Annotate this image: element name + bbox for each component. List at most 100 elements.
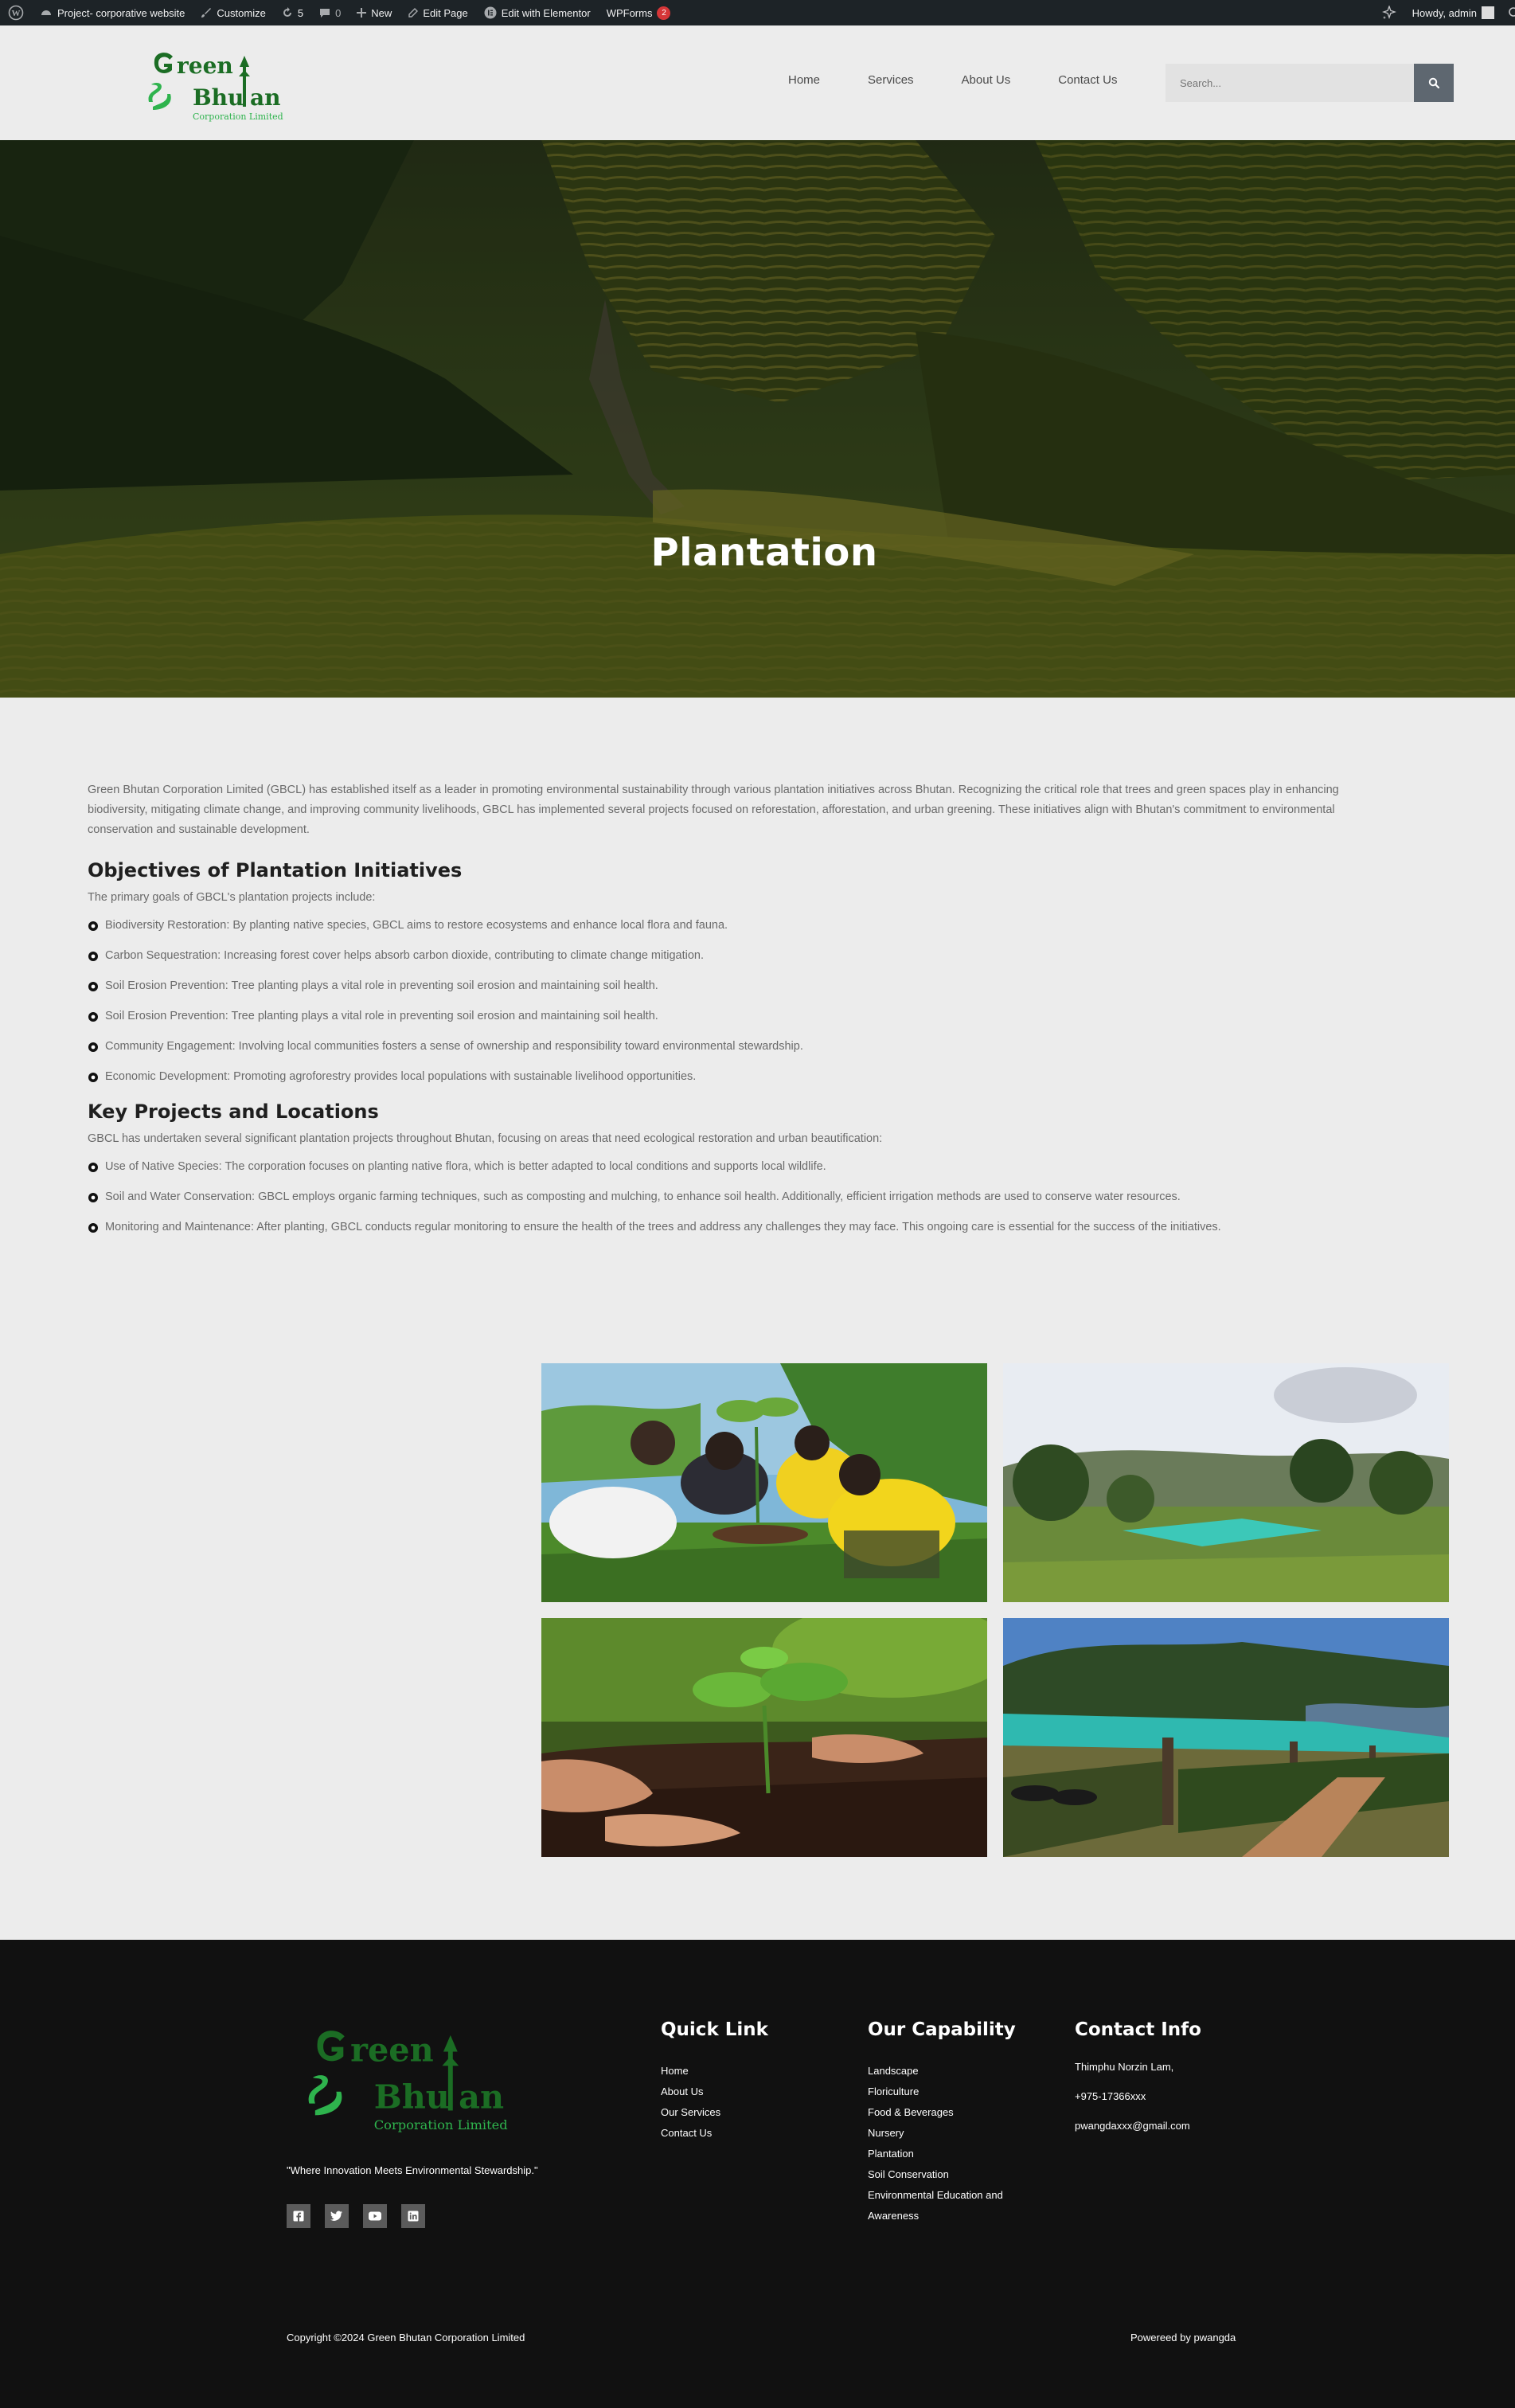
footer-logo[interactable]: reen Bhu an Corporation Limited	[303, 2026, 525, 2134]
comment-icon	[320, 9, 330, 18]
admin-updates[interactable]: 5	[274, 0, 311, 25]
svg-text:Corporation Limited: Corporation Limited	[193, 111, 283, 122]
bullet-icon	[88, 1042, 98, 1052]
nav-contact-us[interactable]: Contact Us	[1034, 72, 1141, 89]
list-item: Soil Erosion Prevention: Tree planting p…	[88, 979, 1393, 994]
nav-home[interactable]: Home	[764, 72, 844, 89]
capability-link[interactable]: Food & Beverages	[868, 2102, 1016, 2123]
capability-link[interactable]: Environmental Education and	[868, 2185, 1016, 2206]
contact-heading: Contact Info	[1075, 2019, 1201, 2040]
list-item: Carbon Sequestration: Increasing forest …	[88, 948, 1393, 964]
hero-banner: Plantation	[0, 140, 1515, 698]
capability-link[interactable]: Plantation	[868, 2144, 1016, 2164]
nav-services[interactable]: Services	[844, 72, 938, 89]
list-item-text: Soil Erosion Prevention: Tree planting p…	[105, 1010, 658, 1022]
site-footer: reen Bhu an Corporation Limited "Where I…	[0, 1940, 1515, 2408]
footer-quick-links: Quick Link Home About Us Our Services Co…	[661, 2019, 768, 2144]
comments-count: 0	[335, 6, 342, 19]
admin-new[interactable]: New	[349, 0, 400, 25]
search-input[interactable]	[1166, 64, 1414, 102]
footer-link-home[interactable]: Home	[661, 2061, 768, 2082]
updates-icon	[283, 7, 291, 17]
wpforms-count-badge: 2	[657, 6, 671, 20]
svg-text:an: an	[250, 84, 281, 111]
svg-text:reen: reen	[177, 53, 233, 79]
avatar	[1482, 6, 1494, 19]
brush-icon	[201, 8, 212, 18]
footer-tagline: "Where Innovation Meets Environmental St…	[287, 2164, 538, 2176]
youtube-icon[interactable]	[363, 2204, 387, 2228]
contact-phone[interactable]: +975-17366xxx	[1075, 2090, 1201, 2102]
customize-label: Customize	[217, 6, 266, 19]
footer-capability: Our Capability Landscape Floriculture Fo…	[868, 2019, 1016, 2226]
projects-list: Use of Native Species: The corporation f…	[88, 1159, 1393, 1235]
list-item: Biodiversity Restoration: By planting na…	[88, 918, 1393, 933]
list-item: Economic Development: Promoting agrofore…	[88, 1069, 1393, 1085]
bullet-icon	[88, 921, 98, 931]
wordpress-logo-icon[interactable]: W	[0, 0, 32, 25]
gallery-photo-nursery-field[interactable]	[1003, 1363, 1449, 1602]
facebook-icon[interactable]	[287, 2204, 310, 2228]
copyright: Copyright ©2024 Green Bhutan Corporation…	[287, 2332, 525, 2344]
intro-paragraph: Green Bhutan Corporation Limited (GBCL) …	[88, 784, 1339, 836]
howdy-label: Howdy, admin	[1412, 6, 1477, 19]
svg-text:reen: reen	[350, 2030, 434, 2069]
admin-comments[interactable]: 0	[311, 0, 349, 25]
sparkle-icon[interactable]	[1374, 0, 1404, 25]
search-button[interactable]	[1414, 64, 1454, 102]
list-item-text: Soil Erosion Prevention: Tree planting p…	[105, 979, 658, 992]
capability-link[interactable]: Landscape	[868, 2061, 1016, 2082]
list-item: Use of Native Species: The corporation f…	[88, 1159, 1393, 1175]
search-icon	[1428, 77, 1439, 88]
capability-link[interactable]: Nursery	[868, 2123, 1016, 2144]
bullet-icon	[88, 1072, 98, 1082]
bullet-icon	[88, 1192, 98, 1202]
updates-count: 5	[297, 6, 304, 19]
linkedin-icon[interactable]	[401, 2204, 425, 2228]
photo-gallery	[541, 1363, 1449, 1857]
footer-contact: Contact Info Thimphu Norzin Lam, +975-17…	[1075, 2019, 1201, 2149]
objectives-heading: Objectives of Plantation Initiatives	[88, 859, 463, 882]
objectives-lead: The primary goals of GBCL's plantation p…	[88, 891, 376, 904]
gallery-photo-children-planting[interactable]	[541, 1363, 987, 1602]
admin-edit-elementor[interactable]: Edit with Elementor	[476, 0, 599, 25]
list-item-text: Economic Development: Promoting agrofore…	[105, 1070, 697, 1083]
plus-icon	[357, 8, 367, 18]
list-item-text: Use of Native Species: The corporation f…	[105, 1160, 826, 1173]
admin-search-icon[interactable]	[1502, 0, 1515, 25]
wpforms-label: WPForms	[606, 6, 653, 19]
edit-elementor-label: Edit with Elementor	[501, 6, 591, 19]
bullet-icon	[88, 1011, 98, 1022]
admin-wpforms[interactable]: WPForms 2	[599, 0, 679, 25]
nav-about-us[interactable]: About Us	[938, 72, 1035, 89]
footer-link-contact-us[interactable]: Contact Us	[661, 2123, 768, 2144]
admin-site-name[interactable]: Project- corporative website	[32, 0, 193, 25]
hero-background-image	[0, 140, 1515, 698]
footer-link-about-us[interactable]: About Us	[661, 2082, 768, 2102]
list-item: Soil and Water Conservation: GBCL employ…	[88, 1190, 1393, 1205]
objectives-list: Biodiversity Restoration: By planting na…	[88, 918, 1393, 1085]
capability-link[interactable]: Soil Conservation	[868, 2164, 1016, 2185]
list-item-text: Monitoring and Maintenance: After planti…	[105, 1221, 1221, 1233]
contact-email[interactable]: pwangdaxxx@gmail.com	[1075, 2120, 1201, 2132]
admin-account[interactable]: Howdy, admin	[1404, 0, 1502, 25]
list-item-text: Carbon Sequestration: Increasing forest …	[105, 949, 705, 962]
site-logo[interactable]: reen Bhu an Corporation Limited	[148, 49, 291, 123]
bullet-icon	[88, 951, 98, 961]
admin-edit-page[interactable]: Edit Page	[400, 0, 475, 25]
capability-link[interactable]: Floriculture	[868, 2082, 1016, 2102]
social-links	[287, 2204, 425, 2228]
twitter-icon[interactable]	[325, 2204, 349, 2228]
svg-text:an: an	[459, 2077, 504, 2116]
footer-link-our-services[interactable]: Our Services	[661, 2102, 768, 2123]
header-search	[1166, 64, 1454, 102]
admin-customize[interactable]: Customize	[193, 0, 273, 25]
gallery-photo-nursery-shade[interactable]	[1003, 1618, 1449, 1857]
site-header: reen Bhu an Corporation Limited Home Ser…	[0, 25, 1515, 140]
list-item-text: Soil and Water Conservation: GBCL employ…	[105, 1190, 1181, 1203]
gallery-photo-hands-seedling[interactable]	[541, 1618, 987, 1857]
main-nav: Home Services About Us Contact Us	[764, 72, 1141, 89]
dashboard-icon	[41, 10, 51, 15]
list-item: Soil Erosion Prevention: Tree planting p…	[88, 1009, 1393, 1024]
capability-link[interactable]: Awareness	[868, 2206, 1016, 2226]
